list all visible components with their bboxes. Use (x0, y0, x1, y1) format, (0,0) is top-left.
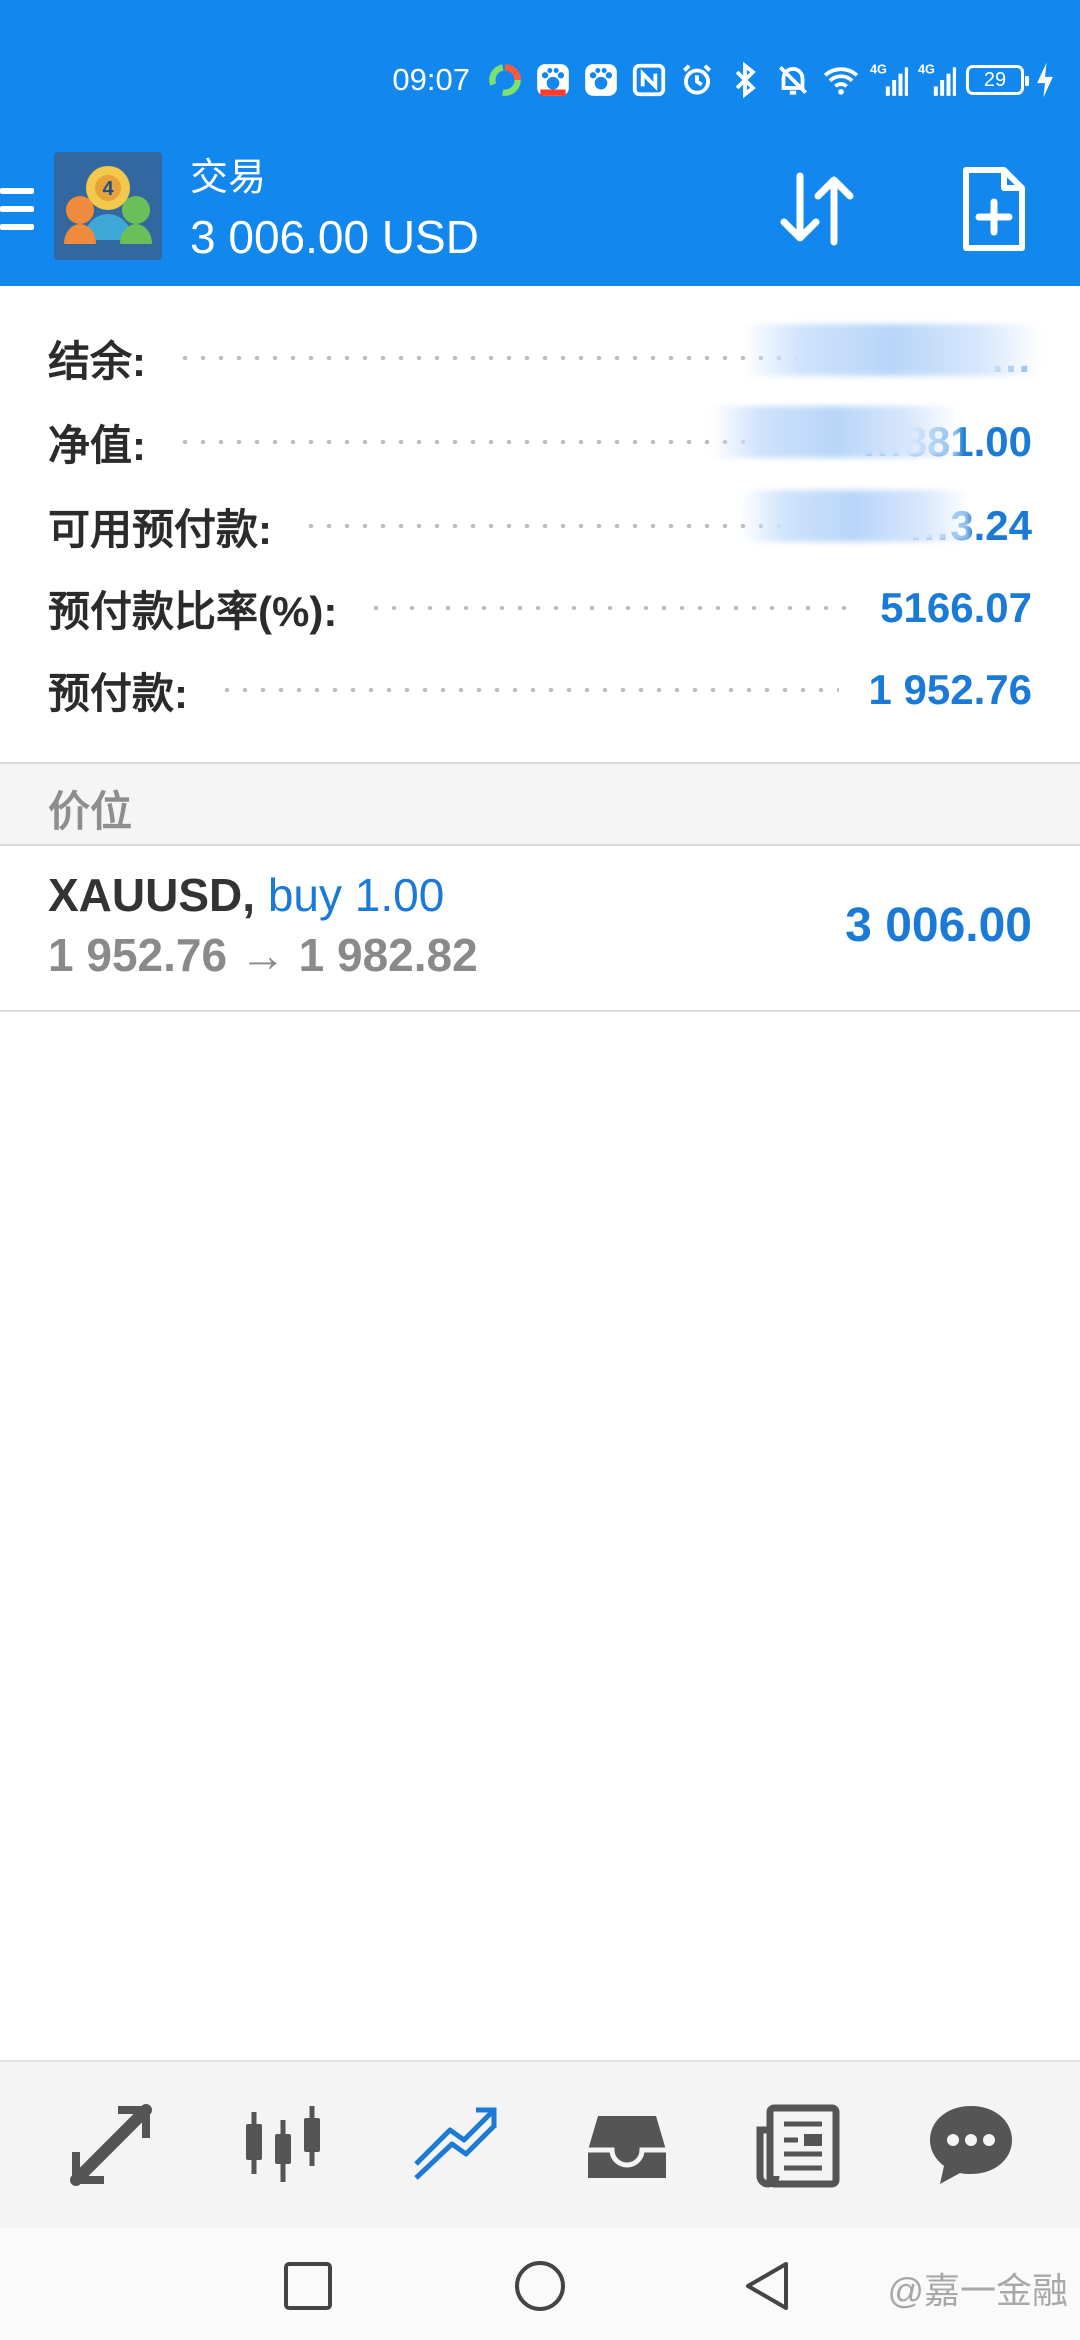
mute-bell-icon (774, 61, 812, 99)
bottom-navigation (0, 2060, 1080, 2228)
position-prices: 1 952.76 → 1 982.82 (48, 929, 478, 981)
dot-leader (218, 688, 839, 692)
status-bar: 09:07 4G 4G 29 (392, 50, 1056, 110)
quotes-icon[interactable] (66, 2100, 156, 2190)
menu-button[interactable] (0, 180, 36, 242)
redaction-blur (742, 324, 1042, 376)
app-notification-icon (486, 61, 524, 99)
signal-4g-icon: 4G (870, 61, 908, 99)
redaction-blur (740, 490, 970, 542)
position-type: buy 1.00 (267, 869, 445, 921)
equity-label: 净值: (48, 421, 146, 469)
new-order-icon[interactable] (948, 164, 1038, 254)
dot-leader (367, 606, 851, 610)
svg-text:4G: 4G (918, 63, 935, 77)
svg-text:4G: 4G (870, 63, 887, 77)
watermark-text: @嘉一金融 (887, 2270, 1068, 2311)
position-symbol: XAUUSD, (48, 869, 256, 921)
page-title: 交易 (190, 157, 267, 199)
home-icon[interactable] (512, 2258, 568, 2314)
battery-level: 29 (983, 68, 1007, 91)
recents-icon[interactable] (280, 2258, 336, 2314)
free-margin-label: 可用预付款: (48, 505, 272, 553)
summary-row-margin: 预付款: 1 952.76 (48, 660, 1032, 720)
status-time: 09:07 (392, 62, 470, 97)
svg-text:4: 4 (102, 178, 114, 200)
history-icon[interactable] (582, 2100, 672, 2190)
positions-section-header: 价位 (0, 762, 1080, 846)
signal-4g-icon: 4G (918, 61, 956, 99)
margin-value: 1 952.76 (868, 666, 1033, 713)
system-navigation-bar: @嘉一金融 (0, 2228, 1080, 2340)
position-profit: 3 006.00 (845, 899, 1032, 952)
position-symbol-line: XAUUSD, buy 1.00 (48, 868, 444, 922)
account-summary: 结余: … 净值: …881.00 可用预付款: …3.24 预付款比率(%):… (0, 288, 1080, 762)
bluetooth-icon (726, 61, 764, 99)
margin-level-value: 5166.07 (880, 584, 1032, 631)
margin-level-label: 预付款比率(%): (48, 587, 338, 635)
margin-label: 预付款: (48, 669, 188, 717)
alarm-icon (678, 61, 716, 99)
position-row[interactable]: XAUUSD, buy 1.00 1 952.76 → 1 982.82 3 0… (0, 846, 1080, 1012)
paw-app-icon (582, 61, 620, 99)
top-app-bar: 09:07 4G 4G 29 4 交易 3 006.00 USD (0, 0, 1080, 286)
nfc-icon (630, 61, 668, 99)
charging-icon (1034, 61, 1056, 99)
battery-icon: 29 (966, 65, 1029, 95)
metatrader-logo: 4 (54, 152, 162, 260)
redaction-blur (710, 406, 960, 458)
chat-icon[interactable] (926, 2100, 1016, 2190)
summary-row-margin-level: 预付款比率(%): 5166.07 (48, 578, 1032, 638)
trade-icon[interactable] (410, 2100, 500, 2190)
balance-label: 结余: (48, 337, 146, 385)
news-icon[interactable] (754, 2100, 844, 2190)
chart-icon[interactable] (238, 2100, 328, 2190)
wifi-icon (822, 61, 860, 99)
paw-app-icon (534, 61, 572, 99)
sort-icon[interactable] (772, 164, 862, 254)
section-title: 价位 (48, 788, 133, 835)
back-icon[interactable] (740, 2258, 796, 2314)
account-balance-subtitle: 3 006.00 USD (190, 211, 479, 263)
